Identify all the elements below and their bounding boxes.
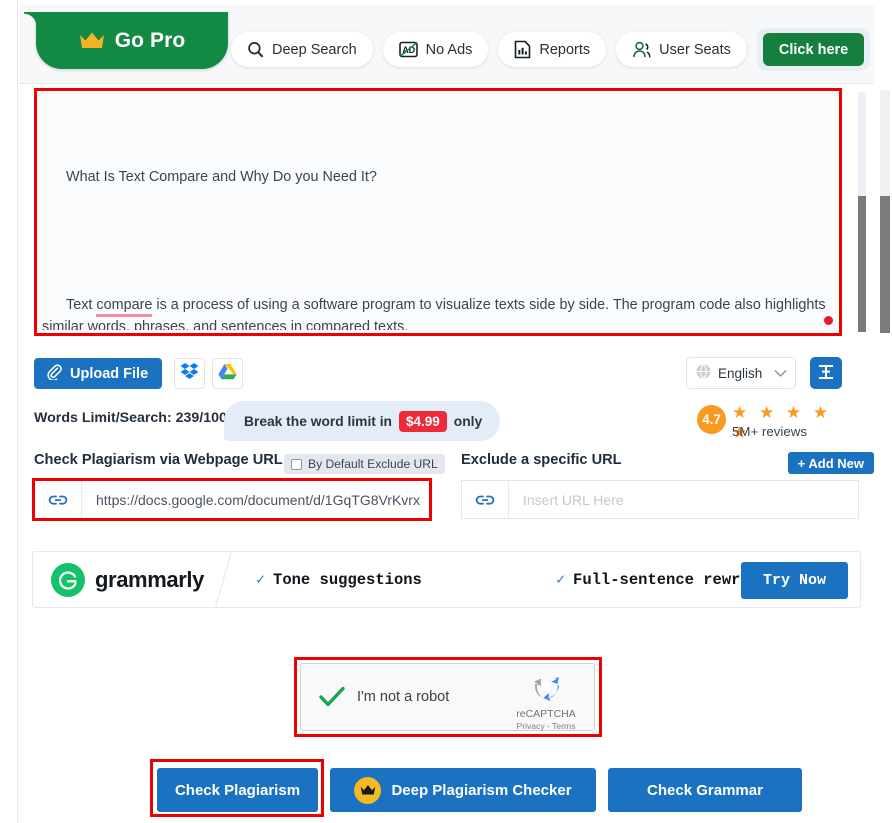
webpage-url-field-highlight: https://docs.google.com/document/d/1GqTG… [32,478,432,521]
dropbox-button[interactable] [174,358,205,389]
reviews-count-label: 5M+ reviews [732,424,808,439]
page-left-gutter [0,0,18,823]
add-new-url-button[interactable]: + Add New [787,452,874,474]
page-root: Go Pro Deep Search AD [0,0,892,823]
action-button-row: Check Plagiarism Deep Plagiarism Checker… [0,768,892,813]
break-promo-prefix: Break the word limit in [244,413,392,429]
word-limit-row: Words Limit/Search: 239/1000. Break the … [34,401,849,442]
webpage-url-value: https://docs.google.com/document/d/1GqTG… [96,491,420,508]
click-here-wrapper: Click here [756,28,871,71]
editor-scrollbar-thumb[interactable] [858,196,866,332]
paragraph-text-before: Text [66,297,97,313]
crown-icon [79,31,105,50]
grammarly-wordmark: grammarly [95,566,204,592]
promo-price-badge: $4.99 [398,410,447,432]
go-pro-tab[interactable]: Go Pro [24,12,228,69]
reviews-summary: 4.7 ★ ★ ★ ★ ★ 5M+ reviews [697,403,849,445]
go-pro-label: Go Pro [114,28,186,52]
crown-badge-icon [354,776,382,804]
grammarly-try-now-button[interactable]: Try Now [740,562,848,599]
exclude-url-label: Exclude a specific URL [461,452,622,468]
click-here-button[interactable]: Click here [762,33,865,66]
dropbox-icon [180,362,199,385]
upload-file-button[interactable]: Upload File [34,358,163,389]
check-grammar-button[interactable]: Check Grammar [608,768,802,812]
recaptcha-logo-icon [530,671,562,707]
check-icon: ✓ [556,572,566,589]
link-icon [35,481,82,518]
language-select[interactable]: English [686,357,796,389]
pro-feature-pills: Deep Search AD No Ads [231,28,871,71]
recaptcha-label: I'm not a robot [357,689,450,705]
break-promo-suffix: only [453,413,483,429]
text-format-icon [817,363,835,384]
editor-paragraph-1: What Is Text Compare and Why Do you Need… [42,144,842,210]
checkbox-box-icon [291,458,302,470]
text-editor-content[interactable]: What Is Text Compare and Why Do you Need… [42,100,842,330]
webpage-url-label: Check Plagiarism via Webpage URL [34,452,283,468]
checkbox-label: By Default Exclude URL [308,457,438,471]
report-document-icon [514,40,531,59]
globe-icon [695,363,712,383]
grammarly-logo: grammarly [33,562,223,597]
grammarly-feature-1: ✓ Tone suggestions [256,570,556,590]
text-format-button[interactable] [810,357,842,389]
editor-paragraph-2: Text compare is a process of using a sof… [42,272,842,330]
pill-deep-search[interactable]: Deep Search [231,32,373,67]
link-icon [462,481,509,518]
green-check-icon[interactable] [317,682,347,712]
webpage-url-input[interactable]: https://docs.google.com/document/d/1GqTG… [35,481,429,518]
check-icon: ✓ [256,572,266,589]
recaptcha-branding: reCAPTCHA Privacy - Terms [507,671,585,731]
deep-plagiarism-checker-button[interactable]: Deep Plagiarism Checker [330,768,596,812]
language-label: English [718,365,763,381]
break-word-limit-promo[interactable]: Break the word limit in $4.99 only [224,401,501,441]
recaptcha-legal-links[interactable]: Privacy - Terms [516,721,575,731]
upload-file-label: Upload File [70,365,149,382]
pill-reports[interactable]: Reports [498,32,607,67]
recaptcha-widget[interactable]: I'm not a robot reCAPTCHA Privacy - Term… [300,663,595,731]
paragraph-text: What Is Text Compare and Why Do you Need… [66,169,377,185]
editor-toolbar: Upload File English [34,357,842,390]
page-scrollbar-thumb[interactable] [880,196,890,333]
words-limit-text: Words Limit/Search: 239/1000. [34,410,239,426]
pill-label: No Ads [425,41,473,58]
recaptcha-brand-name: reCAPTCHA [516,708,576,720]
user-seats-icon [632,41,651,59]
check-plagiarism-button[interactable]: Check Plagiarism [157,768,318,812]
pro-header-bar: Go Pro Deep Search AD [19,5,874,83]
exclude-url-placeholder: Insert URL Here [523,491,624,508]
search-icon [247,41,264,58]
pill-label: Reports [539,41,591,58]
grammarly-promo-banner: grammarly ✓ Tone suggestions ✓ Full-sent… [32,551,861,608]
chevron-down-icon [774,366,787,381]
feature-label: Tone suggestions [273,570,422,589]
resize-handle-dot[interactable] [824,316,833,325]
no-ads-icon: AD [398,41,418,58]
highlighted-word: compare [96,297,153,317]
rating-score-badge: 4.7 [697,405,726,434]
pill-user-seats[interactable]: User Seats [616,32,747,67]
pill-label: Deep Search [272,41,357,58]
google-drive-button[interactable] [212,358,243,389]
default-exclude-url-checkbox[interactable]: By Default Exclude URL [284,454,445,474]
pill-label: User Seats [659,41,731,58]
deep-plagiarism-label: Deep Plagiarism Checker [391,781,572,799]
pill-no-ads[interactable]: AD No Ads [382,32,489,67]
exclude-url-input[interactable]: Insert URL Here [461,480,859,519]
paperclip-icon [46,363,62,384]
paragraph-text-after: is a process of using a software program… [42,297,830,330]
grammarly-g-icon [51,562,85,597]
google-drive-icon [218,363,237,385]
